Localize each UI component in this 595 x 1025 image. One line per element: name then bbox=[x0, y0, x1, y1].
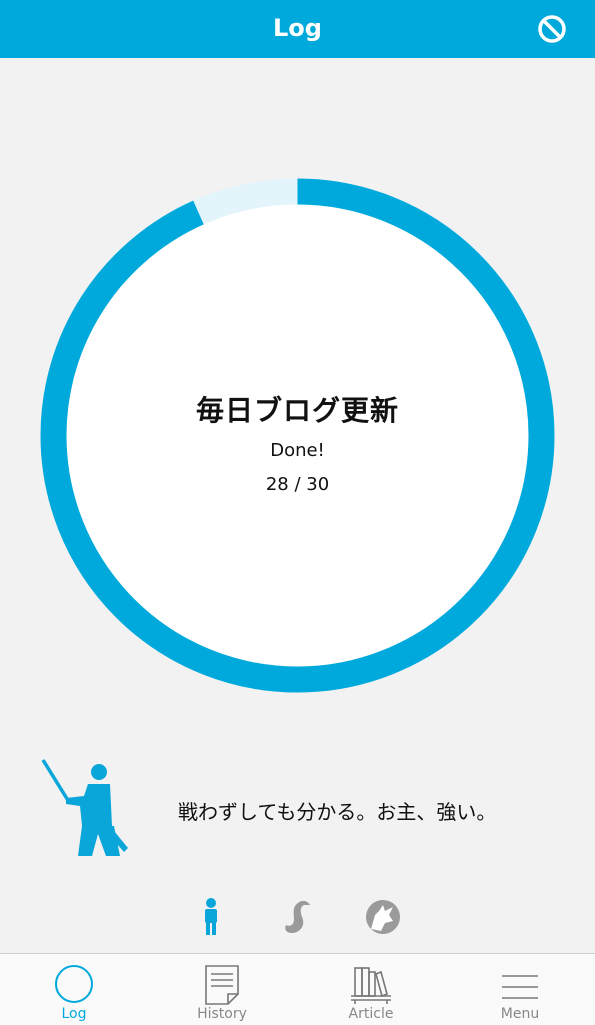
samurai-select-button[interactable] bbox=[190, 896, 232, 938]
document-icon bbox=[205, 965, 239, 1005]
tab-menu[interactable]: Menu bbox=[446, 954, 594, 1025]
tab-menu-label: Menu bbox=[500, 1006, 540, 1022]
tab-article[interactable]: Article bbox=[297, 954, 445, 1025]
page-title: Log bbox=[273, 14, 322, 42]
samurai-small-icon bbox=[205, 898, 217, 935]
progress-ring: 毎日ブログ更新 Done! 28 / 30 bbox=[40, 178, 555, 693]
samurai-icon bbox=[36, 756, 136, 864]
prohibited-icon bbox=[538, 15, 566, 43]
tab-log-label: Log bbox=[61, 1006, 87, 1022]
tab-log[interactable]: Log bbox=[0, 954, 148, 1025]
goal-title: 毎日ブログ更新 bbox=[195, 394, 399, 427]
hamburger-icon bbox=[502, 975, 538, 999]
circle-icon bbox=[55, 965, 93, 1003]
goose-select-button[interactable] bbox=[275, 896, 317, 938]
bookshelf-icon bbox=[351, 967, 391, 1004]
tab-article-label: Article bbox=[348, 1006, 394, 1022]
tab-history[interactable]: History bbox=[148, 954, 296, 1025]
goal-count: 28 / 30 bbox=[265, 474, 330, 495]
tab-history-label: History bbox=[197, 1006, 247, 1022]
header-bar: Log bbox=[0, 0, 595, 58]
ring-inner-fill bbox=[65, 203, 530, 668]
wolf-icon bbox=[366, 900, 400, 934]
tab-bar: Log History Article Menu bbox=[0, 953, 595, 1025]
goal-status: Done! bbox=[270, 440, 325, 461]
goose-icon bbox=[285, 900, 310, 933]
wolf-select-button[interactable] bbox=[362, 896, 404, 938]
prohibited-button[interactable] bbox=[531, 8, 573, 50]
character-quote: 戦わずしても分かる。お主、強い。 bbox=[178, 800, 497, 824]
